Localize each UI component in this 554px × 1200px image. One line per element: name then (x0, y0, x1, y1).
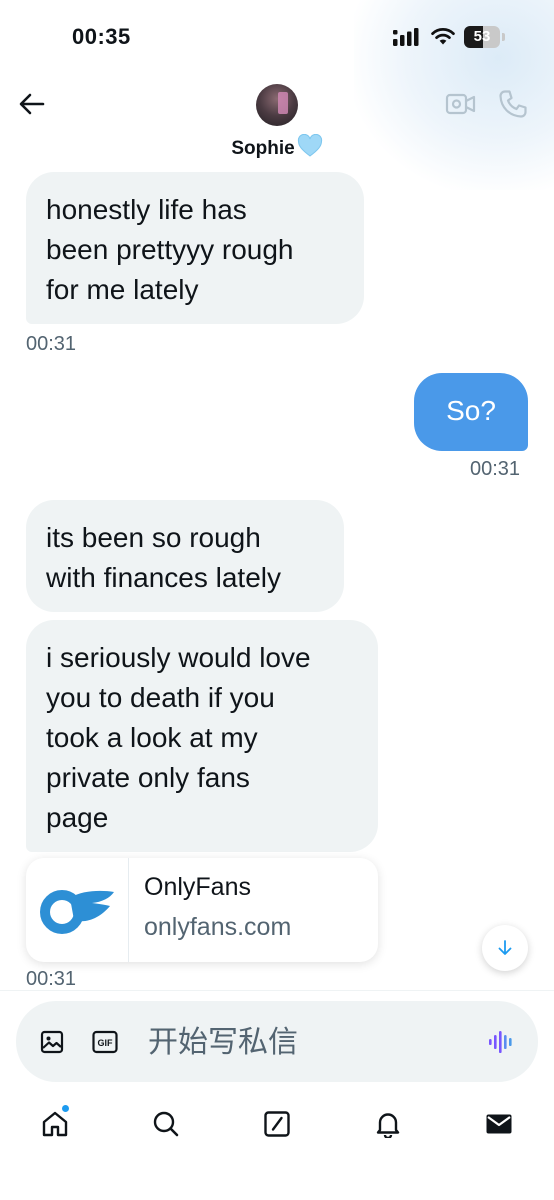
link-thumbnail (26, 858, 129, 962)
message-bubble-outgoing[interactable]: So? (414, 373, 528, 451)
svg-text:GIF: GIF (98, 1038, 114, 1048)
status-bar: 00:35 53 (0, 0, 554, 76)
link-domain: onlyfans.com (144, 913, 292, 941)
envelope-icon (486, 1114, 512, 1134)
home-icon (42, 1111, 68, 1137)
composer-divider (0, 990, 554, 991)
scroll-to-bottom-button[interactable] (482, 925, 528, 971)
nav-messages[interactable] (477, 1102, 521, 1146)
message-input[interactable] (148, 1021, 448, 1063)
notification-dot (62, 1105, 69, 1112)
message-bubble-incoming[interactable]: its been so rough with finances lately (26, 500, 344, 612)
contact-name: Sophie (231, 138, 295, 159)
dm-conversation-screen: 00:35 53 Sophie honestly life has been p… (0, 0, 554, 1200)
nav-home[interactable] (33, 1102, 77, 1146)
message-bubble-incoming[interactable]: honestly life has been prettyyy rough fo… (26, 172, 364, 324)
contact-avatar[interactable] (256, 84, 298, 126)
battery-level: 53 (473, 28, 491, 45)
video-call-button[interactable] (445, 90, 477, 118)
bell-icon (376, 1113, 400, 1138)
avatar-detail (278, 92, 288, 114)
gif-icon[interactable]: GIF (92, 1030, 118, 1054)
video-camera-icon (445, 93, 476, 115)
message-timestamp: 00:31 (470, 458, 521, 480)
onlyfans-logo-icon (40, 890, 114, 934)
link-title: OnlyFans (144, 873, 251, 901)
message-bubble-incoming[interactable]: i seriously would love you to death if y… (26, 620, 378, 852)
back-button[interactable] (16, 88, 48, 120)
back-arrow-icon (19, 93, 45, 115)
battery-indicator: 53 (464, 26, 508, 48)
battery-cap (502, 33, 505, 41)
message-composer: GIF (16, 1001, 538, 1082)
message-timestamp: 00:31 (26, 333, 77, 355)
search-icon (153, 1111, 179, 1137)
status-time: 00:35 (72, 24, 131, 49)
compose-icon (264, 1111, 290, 1137)
nav-compose[interactable] (255, 1102, 299, 1146)
voice-wave-icon[interactable] (488, 1029, 516, 1055)
chevron-down-icon (498, 940, 512, 955)
phone-icon (499, 90, 527, 118)
link-preview-card[interactable]: OnlyFans onlyfans.com (26, 858, 378, 962)
message-timestamp: 00:31 (26, 968, 77, 990)
signal-icon (393, 28, 419, 46)
nav-search[interactable] (144, 1102, 188, 1146)
nav-notifications[interactable] (366, 1102, 410, 1146)
wifi-icon (431, 28, 455, 45)
image-icon[interactable] (40, 1030, 64, 1054)
phone-call-button[interactable] (497, 88, 529, 120)
heart-icon (297, 134, 322, 157)
contact-name-row[interactable]: Sophie (0, 134, 554, 160)
